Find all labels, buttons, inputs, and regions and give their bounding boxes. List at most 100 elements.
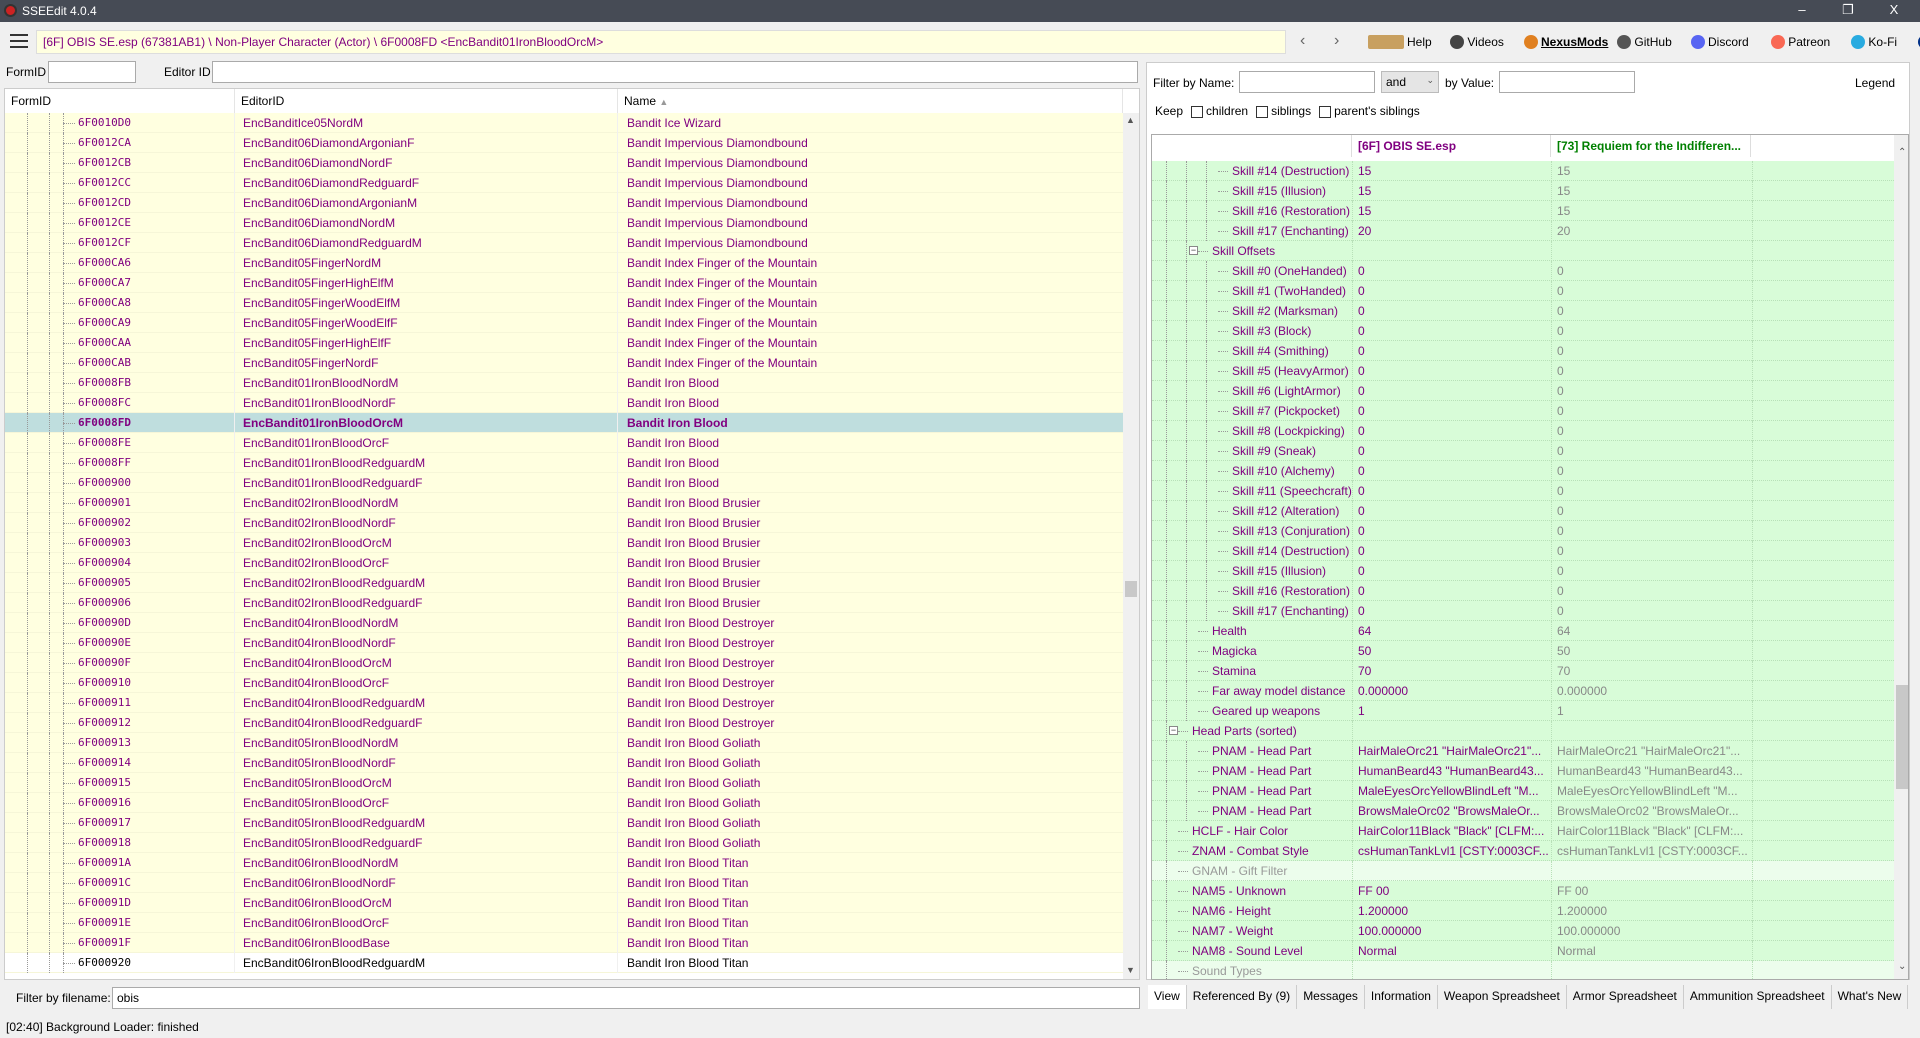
record-row[interactable]: 6F0008FD EncBandit01IronBloodOrcM Bandit I…: [5, 413, 1123, 433]
column-header-formid[interactable]: FormID: [5, 89, 235, 113]
list-scrollbar[interactable]: ▲ ▼: [1123, 113, 1139, 979]
tree-row[interactable]: Skill #4 (Smithing) 0 0: [1152, 341, 1894, 361]
tree-row[interactable]: Stamina 70 70: [1152, 661, 1894, 681]
checkbox-icon[interactable]: [1191, 105, 1204, 118]
tree-row[interactable]: − Head Parts (sorted): [1152, 721, 1894, 741]
tree-row[interactable]: Skill #9 (Sneak) 0 0: [1152, 441, 1894, 461]
tree-row[interactable]: Skill #14 (Destruction) 0 0: [1152, 541, 1894, 561]
tab-view[interactable]: View: [1148, 985, 1187, 1009]
record-row[interactable]: 6F000CAB EncBandit05FingerNordF Bandit Ind…: [5, 353, 1123, 373]
tree-row[interactable]: Health 64 64: [1152, 621, 1894, 641]
tree-row[interactable]: Skill #8 (Lockpicking) 0 0: [1152, 421, 1894, 441]
record-row[interactable]: 6F0012CE EncBandit06DiamondNordM Bandit Im…: [5, 213, 1123, 233]
tree-row[interactable]: HCLF - Hair Color HairColor11Black "Black…: [1152, 821, 1894, 841]
tree-row[interactable]: NAM8 - Sound Level Normal Normal: [1152, 941, 1894, 961]
record-row[interactable]: 6F000914 EncBandit05IronBloodNordF Bandit …: [5, 753, 1123, 773]
filter-operator-select[interactable]: and ⌄: [1381, 71, 1439, 93]
tab-messages[interactable]: Messages: [1297, 985, 1365, 1009]
tree-row[interactable]: Skill #16 (Restoration) 15 15: [1152, 201, 1894, 221]
tree-row[interactable]: Skill #17 (Enchanting) 20 20: [1152, 221, 1894, 241]
link-github[interactable]: GitHub: [1617, 35, 1672, 49]
tab-information[interactable]: Information: [1364, 985, 1438, 1009]
record-row[interactable]: 6F000CA7 EncBandit05FingerHighElfM Bandit …: [5, 273, 1123, 293]
collapse-icon[interactable]: −: [1169, 726, 1178, 735]
record-row[interactable]: 6F000CA8 EncBandit05FingerWoodElfM Bandit …: [5, 293, 1123, 313]
legend-button[interactable]: Legend: [1855, 76, 1895, 90]
record-row[interactable]: 6F0012CF EncBandit06DiamondRedguardM Bandi…: [5, 233, 1123, 253]
tree-row[interactable]: Skill #5 (HeavyArmor) 0 0: [1152, 361, 1894, 381]
checkbox-icon[interactable]: [1319, 105, 1332, 118]
tree-row[interactable]: Skill #0 (OneHanded) 0 0: [1152, 261, 1894, 281]
record-row[interactable]: 6F000913 EncBandit05IronBloodNordM Bandit …: [5, 733, 1123, 753]
tree-row[interactable]: Skill #7 (Pickpocket) 0 0: [1152, 401, 1894, 421]
tree-scrollbar[interactable]: ⌃ ⌄: [1894, 135, 1908, 979]
record-row[interactable]: 6F000905 EncBandit02IronBloodRedguardM Ban…: [5, 573, 1123, 593]
tree-row[interactable]: PNAM - Head Part MaleEyesOrcYellowBlindLe…: [1152, 781, 1894, 801]
record-row[interactable]: 6F0008FF EncBandit01IronBloodRedguardM Ban…: [5, 453, 1123, 473]
close-button[interactable]: X: [1874, 2, 1914, 20]
tree-row[interactable]: Skill #12 (Alteration) 0 0: [1152, 501, 1894, 521]
tree-row[interactable]: PNAM - Head Part HumanBeard43 "HumanBeard…: [1152, 761, 1894, 781]
record-row[interactable]: 6F00090E EncBandit04IronBloodNordF Bandit …: [5, 633, 1123, 653]
scroll-up-icon[interactable]: ⌃: [1898, 147, 1906, 158]
record-row[interactable]: 6F0010D0 EncBanditIce05NordM Bandit Ice Wi…: [5, 113, 1123, 133]
link-patreon[interactable]: Patreon: [1771, 35, 1830, 49]
link-help[interactable]: Help: [1368, 35, 1432, 49]
tree-row[interactable]: Geared up weapons 1 1: [1152, 701, 1894, 721]
record-row[interactable]: 6F00091D EncBandit06IronBloodOrcM Bandit I…: [5, 893, 1123, 913]
tree-row[interactable]: Skill #3 (Block) 0 0: [1152, 321, 1894, 341]
scroll-up-icon[interactable]: ▲: [1126, 115, 1135, 125]
tree-row[interactable]: Skill #15 (Illusion) 0 0: [1152, 561, 1894, 581]
tree-row[interactable]: Far away model distance 0.000000 0.000000: [1152, 681, 1894, 701]
filter-by-value-input[interactable]: [1499, 71, 1635, 93]
tree-row[interactable]: Sound Types: [1152, 961, 1894, 979]
tree-row[interactable]: NAM6 - Height 1.200000 1.200000: [1152, 901, 1894, 921]
record-row[interactable]: 6F000CA9 EncBandit05FingerWoodElfF Bandit …: [5, 313, 1123, 333]
tree-row[interactable]: PNAM - Head Part HairMaleOrc21 "HairMaleO…: [1152, 741, 1894, 761]
record-row[interactable]: 6F000911 EncBandit04IronBloodRedguardM Ban…: [5, 693, 1123, 713]
link-discord[interactable]: Discord: [1691, 35, 1749, 49]
tree-row[interactable]: GNAM - Gift Filter: [1152, 861, 1894, 881]
record-row[interactable]: 6F0008FC EncBandit01IronBloodNordF Bandit …: [5, 393, 1123, 413]
record-row[interactable]: 6F000910 EncBandit04IronBloodOrcF Bandit I…: [5, 673, 1123, 693]
scroll-down-icon[interactable]: ▼: [1126, 965, 1135, 975]
record-row[interactable]: 6F00090F EncBandit04IronBloodOrcM Bandit I…: [5, 653, 1123, 673]
record-row[interactable]: 6F000917 EncBandit05IronBloodRedguardM Ban…: [5, 813, 1123, 833]
record-row[interactable]: 6F000912 EncBandit04IronBloodRedguardF Ban…: [5, 713, 1123, 733]
record-row[interactable]: 6F000904 EncBandit02IronBloodOrcF Bandit I…: [5, 553, 1123, 573]
record-row[interactable]: 6F00090D EncBandit04IronBloodNordM Bandit …: [5, 613, 1123, 633]
record-row[interactable]: 6F000918 EncBandit05IronBloodRedguardF Ban…: [5, 833, 1123, 853]
record-row[interactable]: 6F000CAA EncBandit05FingerHighElfF Bandit …: [5, 333, 1123, 353]
link-nexusmods[interactable]: NexusMods: [1524, 35, 1608, 49]
tab-referenced-by-9-[interactable]: Referenced By (9): [1186, 985, 1298, 1009]
tree-row[interactable]: Skill #16 (Restoration) 0 0: [1152, 581, 1894, 601]
keep-siblings-checkbox[interactable]: siblings: [1256, 104, 1311, 118]
record-row[interactable]: 6F00091E EncBandit06IronBloodOrcF Bandit I…: [5, 913, 1123, 933]
tab-ammunition-spreadsheet[interactable]: Ammunition Spreadsheet: [1683, 985, 1832, 1009]
record-row[interactable]: 6F0012CA EncBandit06DiamondArgonianF Bandi…: [5, 133, 1123, 153]
tree-row[interactable]: Skill #10 (Alchemy) 0 0: [1152, 461, 1894, 481]
restore-button[interactable]: ❐: [1828, 2, 1868, 20]
tree-row[interactable]: Skill #17 (Enchanting) 0 0: [1152, 601, 1894, 621]
record-row[interactable]: 6F00091F EncBandit06IronBloodBase Bandit I…: [5, 933, 1123, 953]
record-row[interactable]: 6F000915 EncBandit05IronBloodOrcM Bandit I…: [5, 773, 1123, 793]
record-row[interactable]: 6F00091A EncBandit06IronBloodNordM Bandit …: [5, 853, 1123, 873]
scroll-down-icon[interactable]: ⌄: [1898, 961, 1906, 972]
forward-button[interactable]: ›: [1334, 32, 1339, 50]
tree-row[interactable]: Skill #15 (Illusion) 15 15: [1152, 181, 1894, 201]
tree-row[interactable]: Skill #1 (TwoHanded) 0 0: [1152, 281, 1894, 301]
record-row[interactable]: 6F0012CD EncBandit06DiamondArgonianM Bandi…: [5, 193, 1123, 213]
keep-children-checkbox[interactable]: children: [1191, 104, 1248, 118]
link-videos[interactable]: Videos: [1450, 35, 1504, 49]
record-row[interactable]: 6F000903 EncBandit02IronBloodOrcM Bandit I…: [5, 533, 1123, 553]
record-row[interactable]: 6F0008FB EncBandit01IronBloodNordM Bandit …: [5, 373, 1123, 393]
record-row[interactable]: 6F0012CB EncBandit06DiamondNordF Bandit Im…: [5, 153, 1123, 173]
filter-by-name-input[interactable]: [1239, 71, 1375, 93]
record-row[interactable]: 6F000CA6 EncBandit05FingerNordM Bandit Ind…: [5, 253, 1123, 273]
scroll-thumb[interactable]: [1125, 581, 1137, 597]
record-row[interactable]: 6F0008FE EncBandit01IronBloodOrcF Bandit I…: [5, 433, 1123, 453]
tree-row[interactable]: Magicka 50 50: [1152, 641, 1894, 661]
back-button[interactable]: ‹: [1300, 32, 1305, 50]
column-header-name[interactable]: Name ▲: [618, 89, 1123, 113]
record-row[interactable]: 6F000906 EncBandit02IronBloodRedguardF Ban…: [5, 593, 1123, 613]
